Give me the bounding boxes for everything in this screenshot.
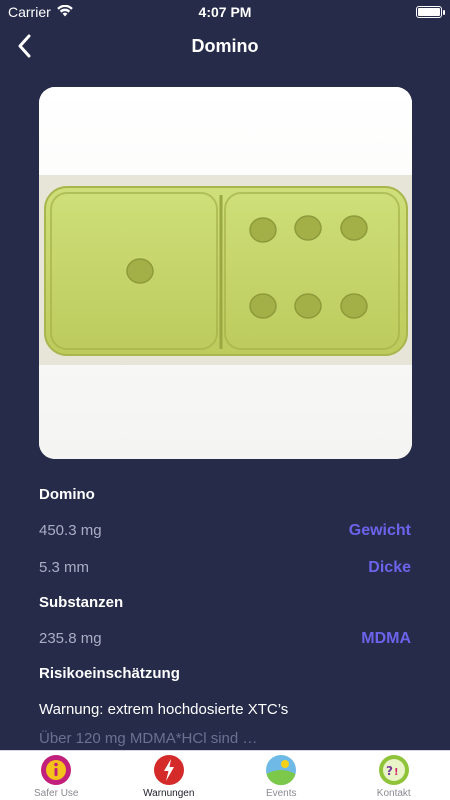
- risk-warning: Warnung: extrem hochdosierte XTC’s: [39, 701, 289, 718]
- page-title: Domino: [191, 35, 259, 56]
- wifi-icon: [56, 4, 73, 20]
- back-button[interactable]: [8, 30, 40, 62]
- risk-heading: Risikoeinschätzung: [39, 665, 180, 682]
- substance-amount: 235.8 mg: [39, 630, 102, 647]
- thickness-value: 5.3 mm: [39, 559, 90, 576]
- battery-icon: [416, 6, 445, 18]
- tab-kontakt[interactable]: ? ! Kontakt: [338, 751, 450, 799]
- tab-label: Kontakt: [376, 788, 411, 799]
- tab-events[interactable]: Events: [225, 751, 337, 799]
- detail-row-thickness: 5.3 mm Dicke: [39, 549, 411, 586]
- tab-label: Safer Use: [34, 788, 79, 799]
- tab-label: Warnungen: [143, 788, 195, 799]
- tab-warnungen[interactable]: Warnungen: [113, 751, 225, 799]
- chevron-left-icon: [18, 34, 31, 58]
- pill-name: Domino: [39, 486, 95, 503]
- thickness-label: Dicke: [368, 558, 411, 576]
- svg-text:!: !: [394, 767, 399, 778]
- substances-heading: Substanzen: [39, 594, 124, 611]
- tab-bar: Safer Use Warnungen Events ? ! Kontakt: [0, 750, 450, 800]
- status-bar: Carrier 4:07 PM: [0, 0, 450, 24]
- svg-text:?: ?: [386, 764, 393, 778]
- weight-value: 450.3 mg: [39, 522, 102, 539]
- events-icon: [265, 754, 297, 786]
- substance-row-mdma: 235.8 mg MDMA: [39, 620, 411, 657]
- tab-label: Events: [265, 788, 297, 799]
- kontakt-icon: ? !: [378, 754, 410, 786]
- pill-image: [39, 87, 412, 459]
- weight-label: Gewicht: [348, 521, 411, 539]
- detail-row-weight: 450.3 mg Gewicht: [39, 512, 411, 549]
- carrier-label: Carrier: [8, 4, 51, 20]
- status-left: Carrier: [8, 4, 73, 20]
- substance-name: MDMA: [361, 629, 411, 647]
- pill-details: Domino 450.3 mg Gewicht 5.3 mm Dicke Sub…: [39, 478, 411, 750]
- tab-safer-use[interactable]: Safer Use: [0, 751, 112, 799]
- risk-detail-text: Über 120 mg MDMA*HCl sind …: [39, 730, 258, 747]
- nav-bar: Domino: [0, 24, 450, 68]
- info-icon: [40, 754, 72, 786]
- warning-icon: [153, 754, 185, 786]
